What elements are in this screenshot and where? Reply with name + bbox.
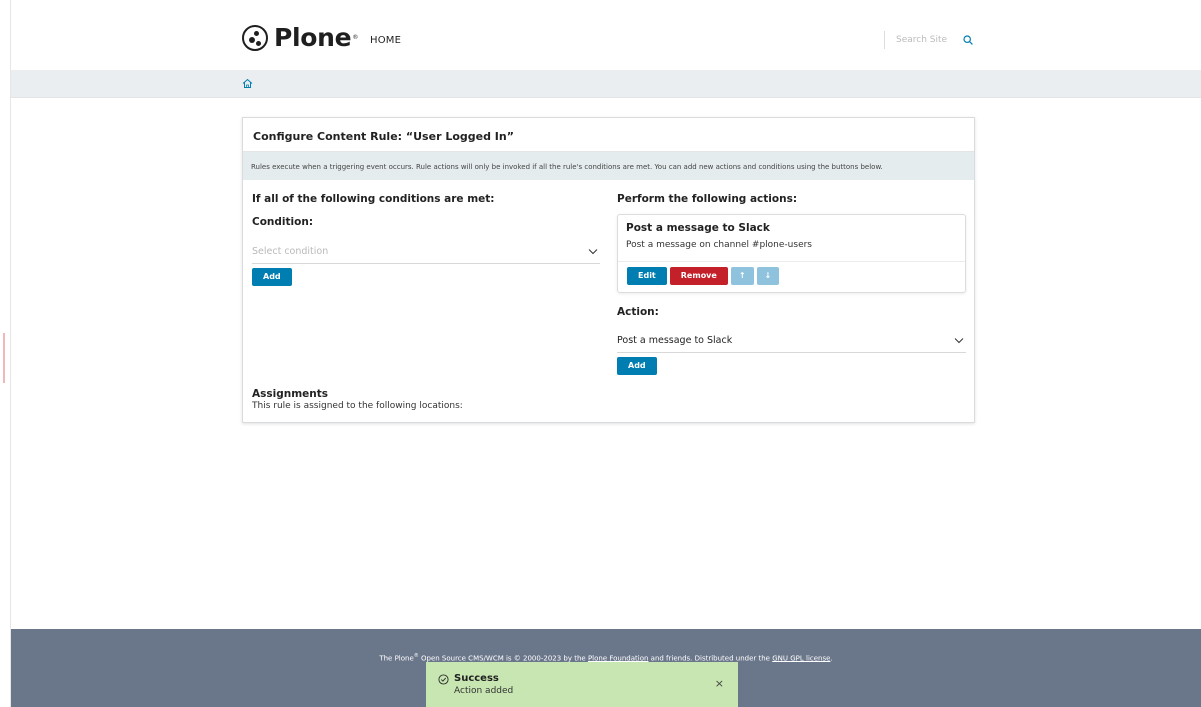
assignments-section: Assignments This rule is assigned to the… bbox=[252, 388, 463, 411]
search-box bbox=[884, 31, 973, 49]
move-down-button[interactable]: ↓ bbox=[756, 267, 780, 285]
home-icon[interactable] bbox=[242, 78, 253, 89]
assignments-title: Assignments bbox=[252, 388, 329, 400]
gpl-license-link[interactable]: GNU GPL license bbox=[772, 654, 830, 662]
scroll-marker bbox=[3, 333, 5, 383]
action-select-value: Post a message to Slack bbox=[617, 335, 733, 346]
action-item: Post a message to Slack Post a message o… bbox=[617, 214, 966, 293]
action-title: Post a message to Slack bbox=[626, 222, 770, 234]
add-action-button[interactable]: Add bbox=[617, 357, 657, 375]
footer-text-part3: . bbox=[830, 654, 833, 663]
page-title: Configure Content Rule: “User Logged In” bbox=[243, 118, 974, 152]
action-select[interactable]: Post a message to Slack bbox=[617, 327, 966, 353]
conditions-heading: If all of the following conditions are m… bbox=[252, 193, 495, 205]
footer-prefix: The Plone bbox=[379, 654, 414, 663]
logo-registered-mark: ® bbox=[352, 34, 359, 41]
plone-logo-icon bbox=[242, 24, 268, 51]
close-icon[interactable]: × bbox=[715, 678, 724, 689]
action-divider bbox=[618, 261, 965, 262]
conditions-column: If all of the following conditions are m… bbox=[252, 193, 600, 286]
condition-select[interactable]: Select condition bbox=[252, 238, 600, 264]
content-rule-card: Configure Content Rule: “User Logged In”… bbox=[242, 117, 975, 423]
search-icon[interactable] bbox=[963, 35, 973, 45]
footer-copyright: The Plone® Open Source CMS/WCM is © 2000… bbox=[11, 653, 1201, 662]
toast-title: Success bbox=[454, 673, 499, 684]
page-left-border bbox=[10, 0, 11, 707]
add-condition-button[interactable]: Add bbox=[252, 268, 292, 286]
logo-text: Plone bbox=[274, 23, 352, 52]
actions-column: Perform the following actions: Post a me… bbox=[617, 193, 966, 375]
rule-info-text: Rules execute when a triggering event oc… bbox=[243, 152, 974, 180]
plone-logo[interactable]: Plone ® bbox=[242, 23, 358, 52]
check-circle-icon bbox=[438, 674, 449, 685]
success-toast: Success Action added × bbox=[426, 662, 738, 707]
site-header: Plone ® HOME bbox=[11, 0, 1201, 70]
breadcrumb bbox=[11, 70, 1201, 98]
remove-action-button[interactable]: Remove bbox=[669, 267, 728, 285]
action-description: Post a message on channel #plone-users bbox=[626, 240, 812, 250]
assignments-text: This rule is assigned to the following l… bbox=[252, 401, 463, 411]
actions-heading: Perform the following actions: bbox=[617, 193, 798, 205]
search-input[interactable] bbox=[896, 35, 958, 45]
toast-message: Action added bbox=[454, 686, 514, 696]
chevron-down-icon bbox=[588, 249, 598, 255]
edit-action-button[interactable]: Edit bbox=[627, 267, 667, 285]
action-label: Action: bbox=[617, 306, 659, 318]
move-up-button[interactable]: ↑ bbox=[730, 267, 754, 285]
chevron-down-icon bbox=[954, 338, 964, 344]
action-buttons: Edit Remove ↑ ↓ bbox=[627, 267, 780, 285]
nav-home-link[interactable]: HOME bbox=[370, 35, 401, 46]
condition-label: Condition: bbox=[252, 216, 314, 228]
condition-select-placeholder: Select condition bbox=[252, 246, 329, 257]
